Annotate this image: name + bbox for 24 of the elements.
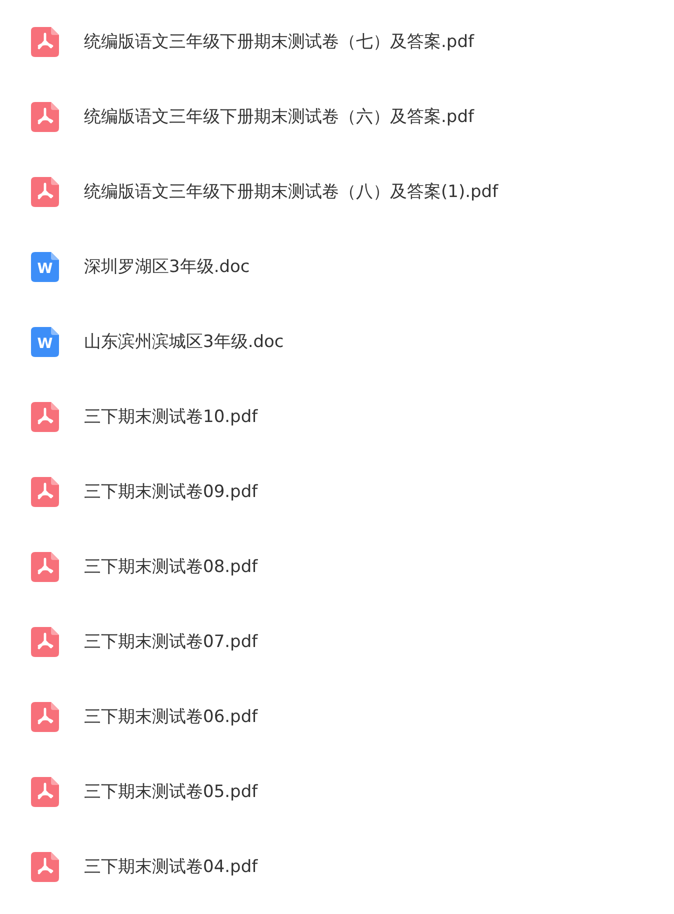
file-name[interactable]: 三下期末测试卷10.pdf — [84, 405, 258, 428]
pdf-file-icon — [31, 776, 59, 806]
pdf-file-icon — [31, 552, 59, 582]
file-name[interactable]: 统编版语文三年级下册期末测试卷（六）及答案.pdf — [84, 105, 474, 128]
file-name[interactable]: 三下期末测试卷06.pdf — [84, 705, 258, 728]
file-name[interactable]: 三下期末测试卷08.pdf — [84, 555, 258, 578]
pdf-file-icon — [31, 26, 59, 56]
file-name[interactable]: 深圳罗湖区3年级.doc — [84, 255, 250, 278]
file-name[interactable]: 统编版语文三年级下册期末测试卷（七）及答案.pdf — [84, 30, 474, 53]
file-name[interactable]: 山东滨州滨城区3年级.doc — [84, 330, 284, 353]
file-name[interactable]: 三下期末测试卷09.pdf — [84, 480, 258, 503]
pdf-file-icon — [31, 402, 59, 432]
file-name[interactable]: 三下期末测试卷07.pdf — [84, 630, 258, 653]
pdf-file-icon — [31, 102, 59, 132]
word-file-icon: W — [31, 326, 59, 356]
pdf-file-icon — [31, 702, 59, 732]
file-name[interactable]: 三下期末测试卷05.pdf — [84, 780, 258, 803]
pdf-file-icon — [31, 476, 59, 506]
word-file-icon: W — [31, 252, 59, 282]
pdf-file-icon — [31, 176, 59, 206]
pdf-file-icon — [31, 852, 59, 882]
file-name[interactable]: 三下期末测试卷04.pdf — [84, 855, 258, 878]
pdf-file-icon — [31, 626, 59, 656]
file-name[interactable]: 统编版语文三年级下册期末测试卷（八）及答案(1).pdf — [84, 180, 498, 203]
